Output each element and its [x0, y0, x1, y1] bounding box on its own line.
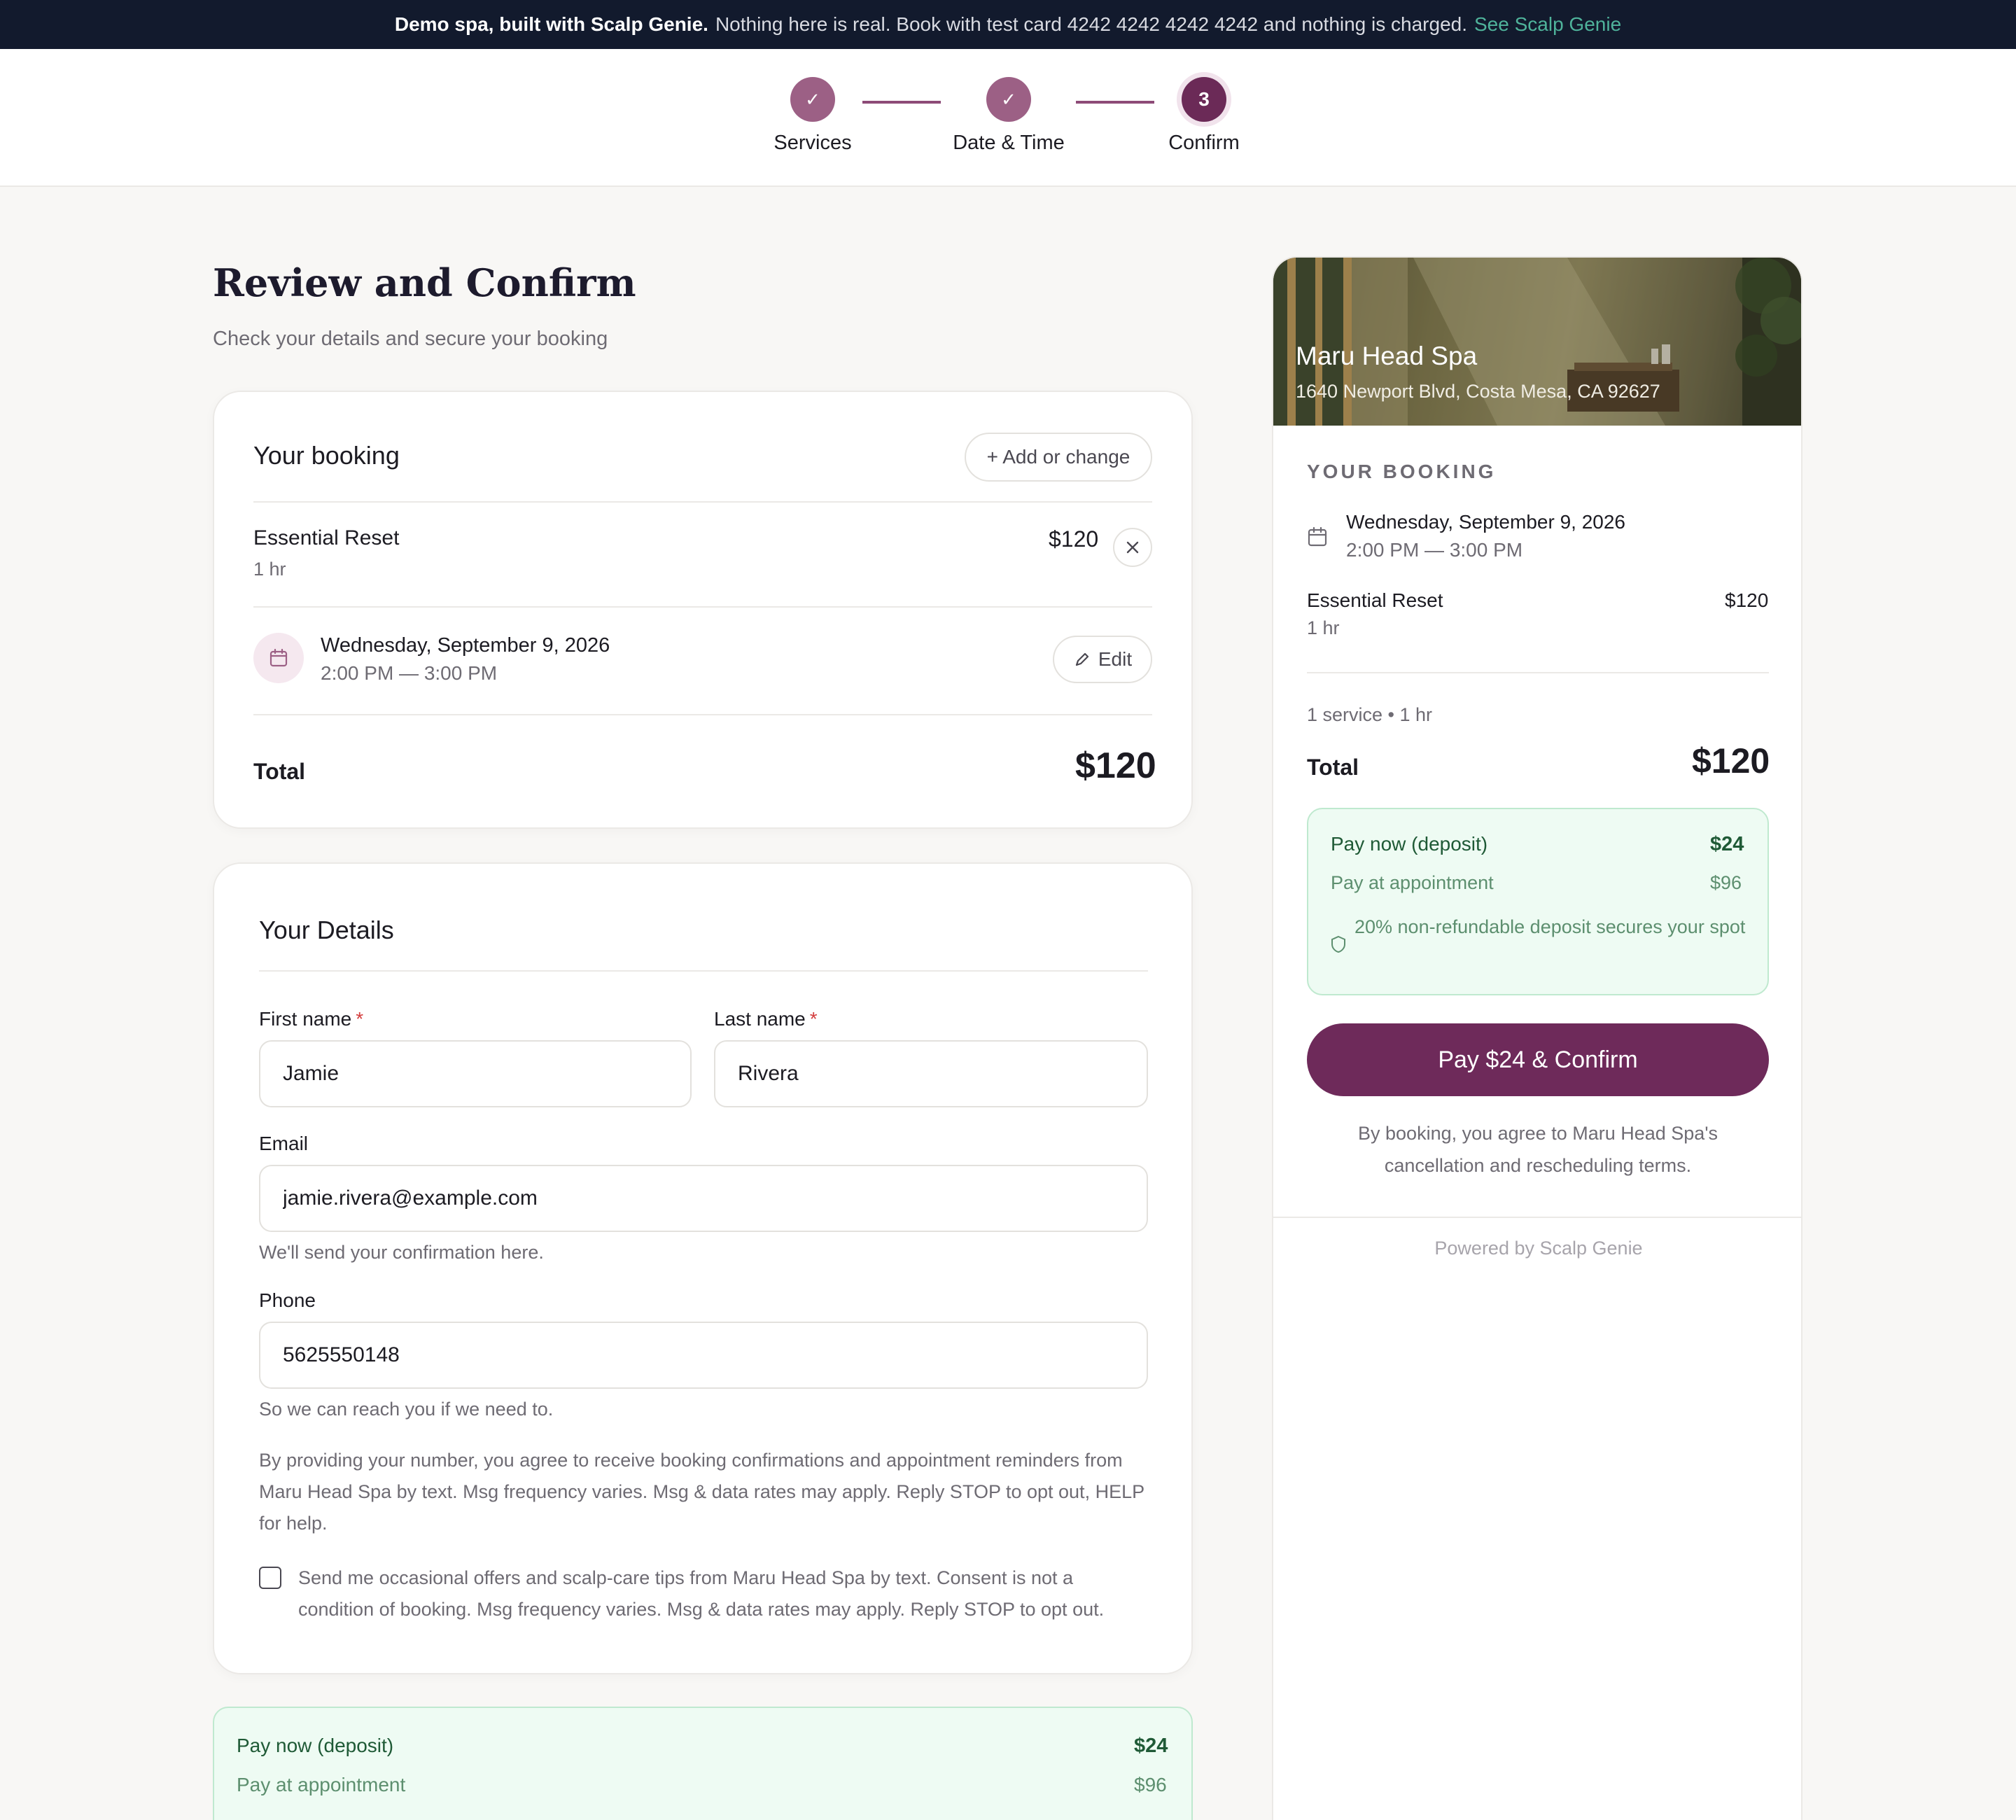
check-icon: ✓	[986, 77, 1031, 122]
calendar-badge	[253, 633, 304, 683]
edit-datetime-button[interactable]: Edit	[1053, 636, 1152, 683]
step-label: Date & Time	[953, 132, 1065, 154]
required-mark: *	[809, 1008, 818, 1030]
step-connector	[862, 101, 941, 104]
calendar-icon	[270, 648, 288, 667]
pay-later-value: $96	[1134, 1774, 1167, 1795]
details-card-title: Your Details	[259, 916, 394, 944]
summary-service-name: Essential Reset	[1307, 589, 1443, 611]
banner-link[interactable]: See Scalp Genie	[1474, 13, 1621, 36]
summary-date: Wednesday, September 9, 2026	[1346, 511, 1625, 533]
booking-card: Your booking + Add or change Essential R…	[213, 391, 1193, 829]
booking-date: Wednesday, September 9, 2026	[321, 634, 610, 657]
pay-later-value: $96	[1710, 872, 1742, 893]
pay-later-label: Pay at appointment	[237, 1774, 406, 1795]
progress-stepper: ✓ Services ✓ Date & Time 3 Confirm	[0, 49, 2016, 187]
details-card: Your Details First name* Last name* Emai…	[213, 862, 1193, 1674]
booking-time: 2:00 PM — 3:00 PM	[321, 662, 498, 684]
email-input[interactable]	[259, 1165, 1148, 1232]
first-name-input[interactable]	[259, 1040, 692, 1107]
sms-consent-text: By providing your number, you agree to r…	[259, 1450, 1144, 1534]
pay-later-label: Pay at appointment	[1331, 872, 1494, 893]
pay-now-label: Pay now (deposit)	[237, 1735, 394, 1756]
banner-strong: Demo spa, built with Scalp Genie.	[394, 13, 708, 35]
summary-total-value: $120	[1692, 741, 1770, 780]
sidebar-deposit-summary: Pay now (deposit) $24 Pay at appointment…	[1307, 808, 1769, 995]
summary-service-price: $120	[1725, 589, 1769, 611]
close-icon	[1126, 541, 1139, 554]
first-name-label: First name *	[259, 1008, 363, 1030]
spa-name: Maru Head Spa	[1296, 342, 1478, 370]
spa-hero-image: Maru Head Spa 1640 Newport Blvd, Costa M…	[1273, 258, 1801, 426]
pay-now-value: $24	[1710, 833, 1744, 855]
summary-count: 1 service • 1 hr	[1307, 704, 1433, 725]
pencil-icon	[1075, 652, 1088, 666]
page-title: Review and Confirm	[213, 260, 636, 305]
total-value: $120	[1075, 746, 1156, 786]
check-icon: ✓	[790, 77, 835, 122]
edit-label: Edit	[1098, 648, 1133, 670]
last-name-input[interactable]	[714, 1040, 1148, 1107]
shield-icon	[1331, 935, 1345, 953]
summary-service-duration: 1 hr	[1307, 617, 1340, 638]
booking-summary-sidebar: Maru Head Spa 1640 Newport Blvd, Costa M…	[1272, 256, 1802, 1820]
booking-card-title: Your booking	[253, 441, 400, 470]
divider	[253, 501, 1152, 503]
summary-time: 2:00 PM — 3:00 PM	[1346, 539, 1523, 561]
step-number: 3	[1182, 77, 1226, 122]
demo-banner: Demo spa, built with Scalp Genie. Nothin…	[0, 0, 2016, 49]
spa-address: 1640 Newport Blvd, Costa Mesa, CA 92627	[1296, 381, 1660, 402]
banner-text: Nothing here is real. Book with test car…	[715, 13, 1467, 35]
summary-total-label: Total	[1307, 755, 1359, 780]
required-mark: *	[356, 1008, 364, 1030]
powered-by[interactable]: Powered by Scalp Genie	[1273, 1238, 1801, 1259]
total-label: Total	[253, 759, 306, 784]
last-name-label-text: Last name	[714, 1008, 806, 1030]
divider	[1273, 1217, 1801, 1218]
service-name: Essential Reset	[253, 526, 400, 550]
your-booking-eyebrow: YOUR BOOKING	[1307, 461, 1497, 482]
divider	[259, 970, 1148, 972]
email-label: Email	[259, 1133, 309, 1154]
remove-service-button[interactable]	[1113, 528, 1152, 567]
deposit-summary: Pay now (deposit) $24 Pay at appointment…	[213, 1707, 1193, 1820]
add-or-change-button[interactable]: + Add or change	[965, 433, 1152, 482]
phone-input[interactable]	[259, 1322, 1148, 1389]
step-connector	[1076, 101, 1154, 104]
pay-and-confirm-button[interactable]: Pay $24 & Confirm	[1307, 1023, 1769, 1096]
phone-hint: So we can reach you if we need to.	[259, 1399, 554, 1420]
service-duration: 1 hr	[253, 559, 286, 580]
service-price: $120	[1049, 526, 1099, 552]
divider	[253, 714, 1152, 715]
last-name-label: Last name *	[714, 1008, 818, 1030]
calendar-icon	[1308, 526, 1327, 547]
page-subtitle: Check your details and secure your booki…	[213, 328, 608, 350]
marketing-optin-label[interactable]: Send me occasional offers and scalp-care…	[298, 1562, 1138, 1625]
booking-terms: By booking, you agree to Maru Head Spa's…	[1358, 1123, 1718, 1176]
divider	[253, 606, 1152, 608]
pay-now-label: Pay now (deposit)	[1331, 833, 1488, 855]
divider	[1307, 672, 1769, 673]
marketing-optin-checkbox[interactable]	[259, 1567, 281, 1589]
phone-label: Phone	[259, 1289, 316, 1311]
pay-now-value: $24	[1134, 1735, 1168, 1757]
first-name-label-text: First name	[259, 1008, 352, 1030]
email-hint: We'll send your confirmation here.	[259, 1242, 544, 1263]
step-label: Services	[774, 132, 852, 154]
step-label: Confirm	[1168, 132, 1240, 154]
deposit-note: 20% non-refundable deposit secures your …	[1354, 916, 1746, 937]
